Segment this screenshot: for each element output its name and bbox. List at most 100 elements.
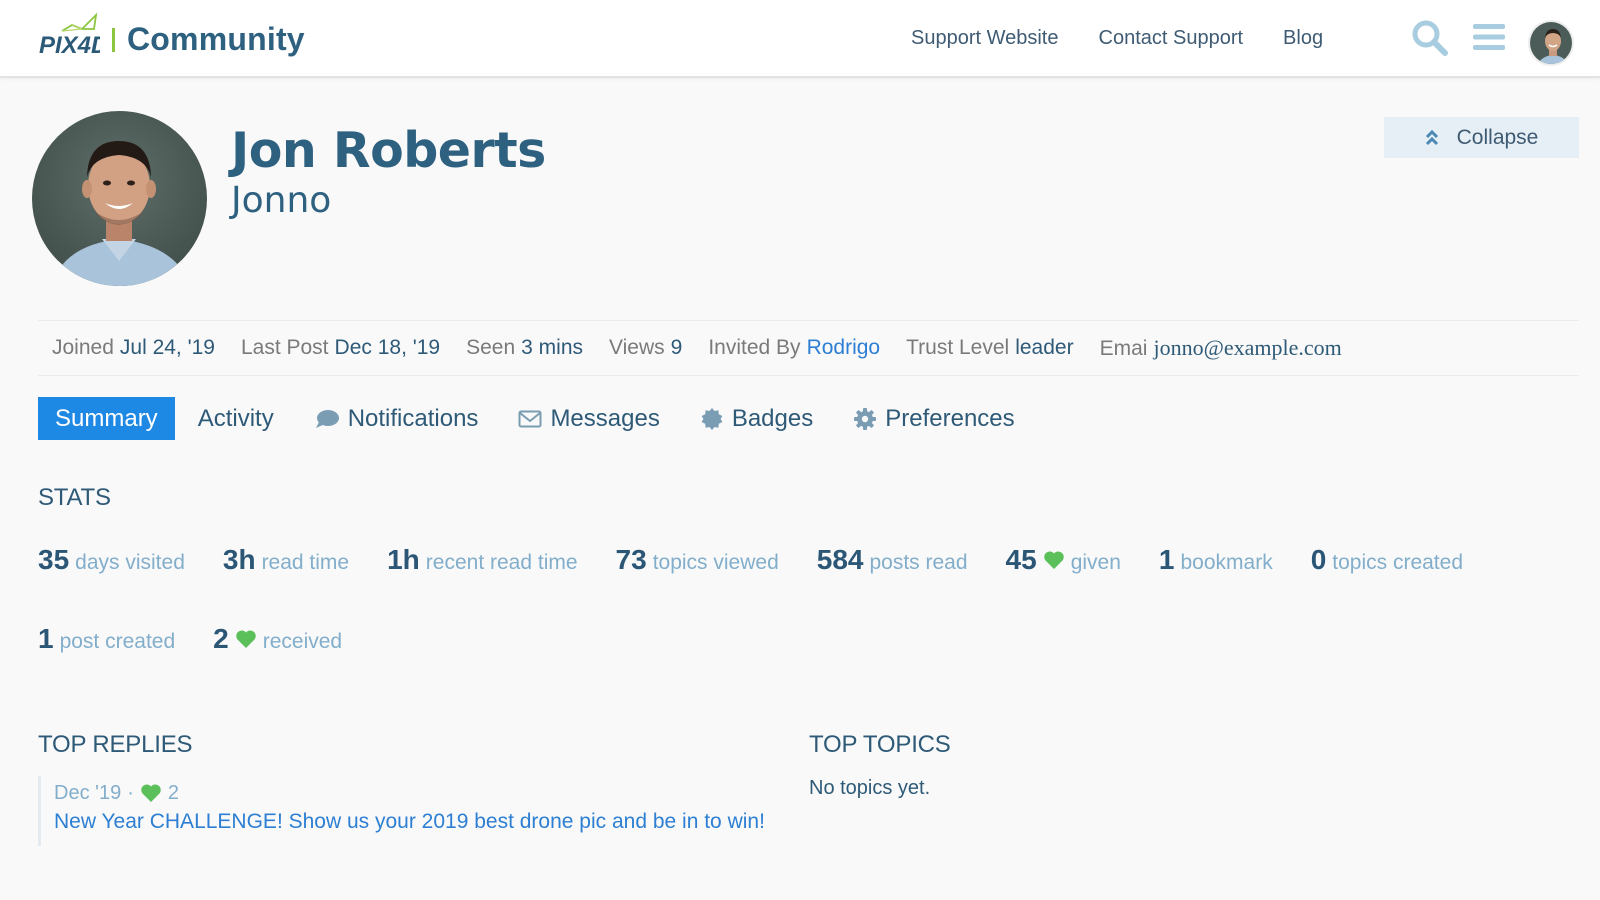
tab-summary[interactable]: Summary <box>38 397 175 440</box>
tab-notifications[interactable]: Notifications <box>297 397 496 440</box>
speech-bubble-icon <box>314 408 340 430</box>
profile-username: Jonno <box>231 180 332 221</box>
stat-value: 1 <box>1158 544 1175 575</box>
meta-last-post-label: Last Post <box>240 336 329 359</box>
meta-joined: Joined Jul 24, '19 <box>52 336 215 360</box>
gear-icon <box>853 407 877 431</box>
top-replies-heading: TOP REPLIES <box>38 731 193 758</box>
reply-topic-link[interactable]: New Year CHALLENGE! Show us your 2019 be… <box>54 810 765 834</box>
stats-row-1: 35 days visited 3h read time 1h recent r… <box>38 544 1501 576</box>
meta-seen-value: 3 mins <box>521 336 584 359</box>
meta-views: Views 9 <box>609 336 682 360</box>
stat-label: read time <box>261 551 350 574</box>
header-nav: Support Website Contact Support Blog <box>911 27 1363 50</box>
stat-read-time: 3h read time <box>223 544 349 576</box>
stat-label: recent read time <box>425 551 578 574</box>
stat-bookmark: 1 bookmark <box>1159 544 1273 576</box>
stat-value: 584 <box>816 544 864 575</box>
nav-support-website[interactable]: Support Website <box>911 27 1059 50</box>
meta-trust-level-value: leader <box>1015 336 1074 359</box>
logo-divider <box>112 28 115 52</box>
nav-blog[interactable]: Blog <box>1283 27 1323 50</box>
stat-value: 45 <box>1005 544 1037 575</box>
invited-by-link[interactable]: Rodrigo <box>807 336 881 359</box>
tab-summary-label: Summary <box>55 404 158 432</box>
meta-joined-value: Jul 24, '19 <box>119 336 215 359</box>
stat-posts-read: 584 posts read <box>817 544 968 576</box>
meta-views-label: Views <box>609 336 665 359</box>
meta-seen: Seen 3 mins <box>466 336 583 360</box>
heart-icon <box>1043 550 1065 570</box>
stat-value: 0 <box>1310 544 1327 575</box>
stats-row-2: 1 post created 2 received <box>38 623 380 655</box>
profile-tabs: Summary Activity Notifications Messages … <box>38 397 1038 440</box>
stat-label: bookmark <box>1180 551 1273 574</box>
stat-value: 1h <box>387 544 420 575</box>
stat-label: topics created <box>1332 551 1464 574</box>
tab-activity-label: Activity <box>197 404 274 432</box>
pix4d-logo[interactable]: PIX4D Community <box>38 10 305 60</box>
reply-item: Dec '19 · 2 New Year CHALLENGE! Show us … <box>38 776 765 846</box>
tab-messages-label: Messages <box>550 404 660 432</box>
meta-email-label: Emai <box>1099 337 1148 360</box>
logo-text: PIX4D <box>39 32 100 59</box>
stat-label: topics viewed <box>652 551 779 574</box>
meta-last-post: Last Post Dec 18, '19 <box>241 336 440 360</box>
stat-label: days visited <box>75 551 185 574</box>
meta-invited-by: Invited By Rodrigo <box>708 336 880 360</box>
reply-like-count: 2 <box>167 781 179 804</box>
stat-value: 35 <box>38 544 70 575</box>
community-label: Community <box>127 20 305 57</box>
stat-days-visited: 35 days visited <box>38 544 185 576</box>
top-header: PIX4D Community Support Website Contact … <box>0 0 1600 78</box>
tab-badges[interactable]: Badges <box>683 397 830 440</box>
search-icon[interactable] <box>1410 18 1450 58</box>
stat-label: post created <box>59 630 176 653</box>
top-topics-heading: TOP TOPICS <box>809 731 951 758</box>
collapse-label: Collapse <box>1456 125 1539 149</box>
nav-contact-support[interactable]: Contact Support <box>1099 27 1244 50</box>
collapse-button[interactable]: Collapse <box>1384 117 1579 158</box>
stats-heading: STATS <box>38 484 111 511</box>
heart-icon <box>235 629 257 649</box>
stat-label: posts read <box>869 551 968 574</box>
meta-email: Emai jonno@example.com <box>1100 335 1342 361</box>
tab-preferences[interactable]: Preferences <box>836 397 1031 440</box>
profile-full-name: Jon Roberts <box>231 122 546 179</box>
stat-value: 2 <box>213 623 229 654</box>
stat-topics-created: 0 topics created <box>1311 544 1463 576</box>
stat-label: received <box>262 630 343 653</box>
tab-preferences-label: Preferences <box>885 404 1015 432</box>
pix4d-logo-mark: PIX4D <box>38 11 100 59</box>
tab-activity[interactable]: Activity <box>181 397 291 440</box>
tab-messages[interactable]: Messages <box>501 397 676 440</box>
reply-date: Dec '19 <box>54 781 122 804</box>
no-topics-message: No topics yet. <box>809 777 931 799</box>
stat-value: 3h <box>222 544 256 575</box>
hamburger-menu-icon[interactable] <box>1472 22 1506 52</box>
meta-trust-level: Trust Level leader <box>906 336 1073 360</box>
tab-badges-label: Badges <box>731 404 814 432</box>
profile-avatar <box>32 111 207 286</box>
profile-meta-row: Joined Jul 24, '19 Last Post Dec 18, '19 S… <box>38 320 1579 376</box>
stat-post-created: 1 post created <box>38 623 175 655</box>
meta-email-value: jonno@example.com <box>1153 335 1342 360</box>
double-chevron-up-icon <box>1425 129 1439 147</box>
meta-seen-label: Seen <box>466 336 516 359</box>
badge-icon <box>700 407 724 431</box>
stat-likes-received: 2 received <box>213 623 342 655</box>
meta-invited-by-label: Invited By <box>708 336 801 359</box>
meta-views-value: 9 <box>670 336 683 359</box>
heart-icon <box>140 783 162 803</box>
reply-meta: Dec '19 · 2 <box>54 778 765 808</box>
stat-value: 73 <box>615 544 647 575</box>
meta-trust-level-label: Trust Level <box>906 336 1010 359</box>
tab-notifications-label: Notifications <box>347 404 479 432</box>
stat-likes-given: 45 given <box>1006 544 1121 576</box>
stat-recent-read-time: 1h recent read time <box>387 544 577 576</box>
meta-last-post-value[interactable]: Dec 18, '19 <box>335 336 441 359</box>
user-avatar[interactable] <box>1528 20 1574 66</box>
stat-topics-viewed: 73 topics viewed <box>616 544 779 576</box>
meta-joined-label: Joined <box>52 336 114 359</box>
reply-separator: · <box>127 781 134 804</box>
